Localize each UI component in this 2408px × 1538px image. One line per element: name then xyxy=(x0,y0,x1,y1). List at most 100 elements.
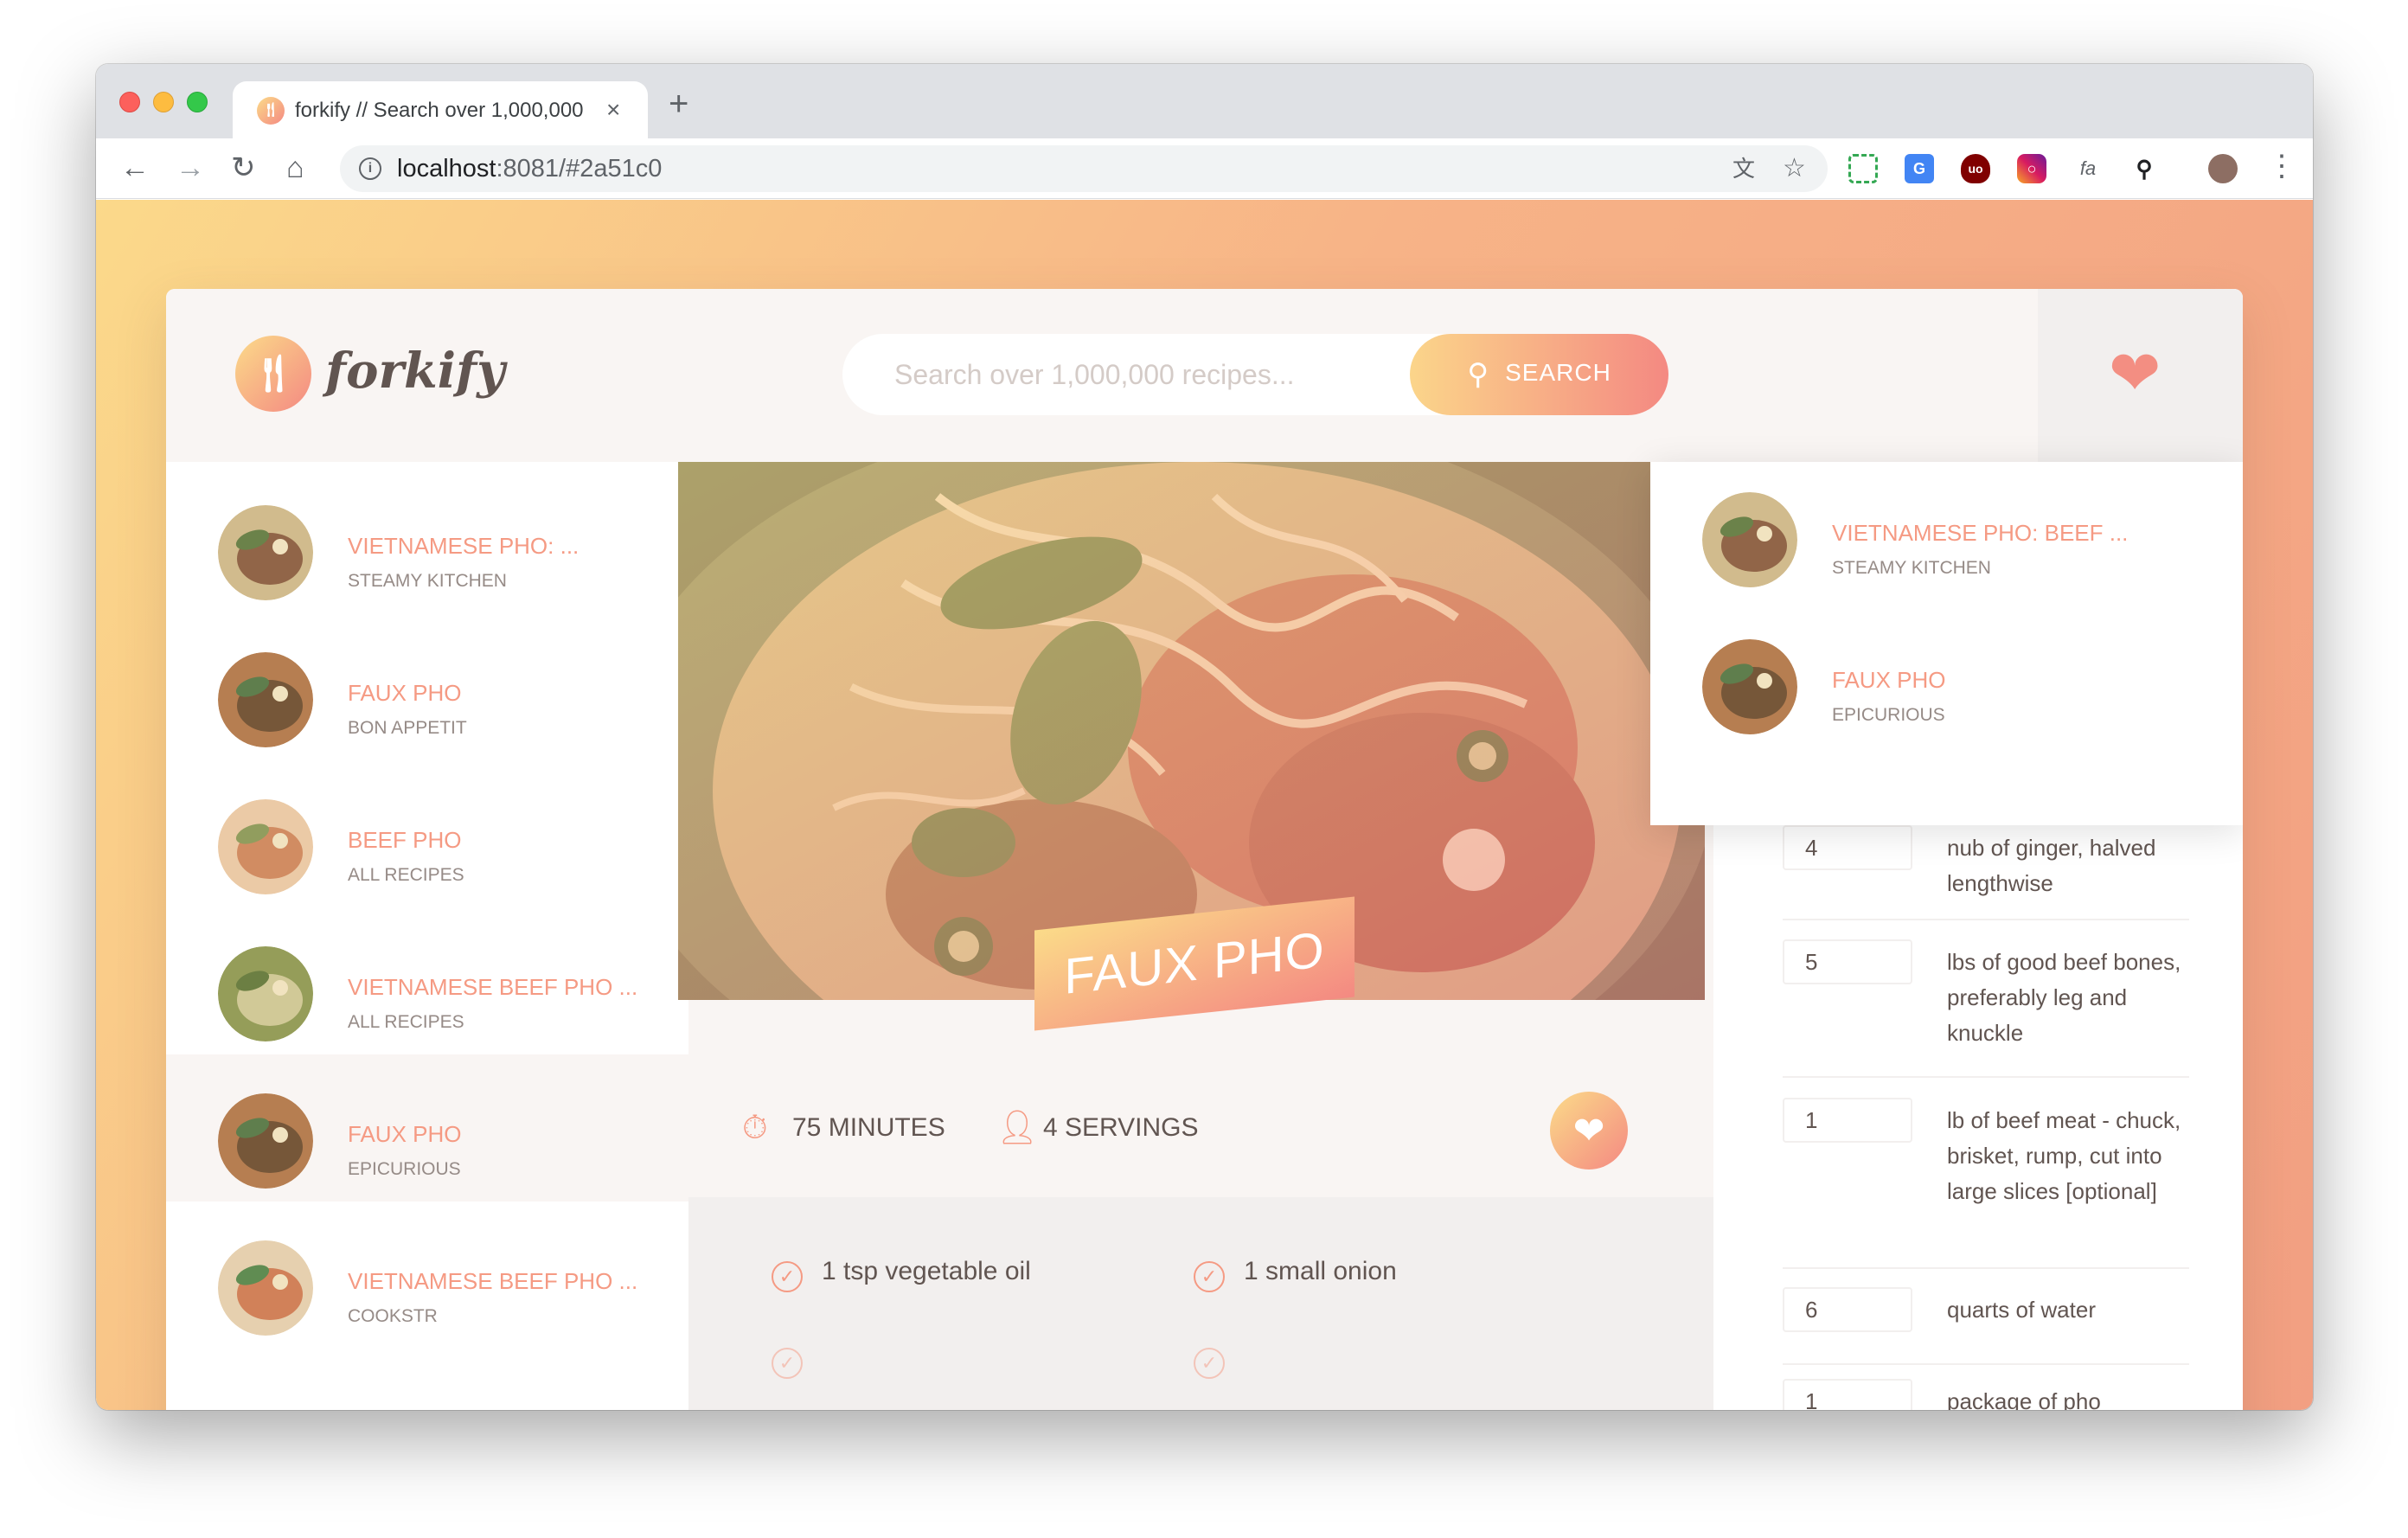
forkify-favicon-icon: 🍴︎ xyxy=(257,97,285,125)
browser-toolbar: ← → ↻ ⌂ i localhost:8081/#2a51c0 文 ☆ G u… xyxy=(96,138,2313,199)
forkify-app: 🍴︎ forkify ⚲ SEARCH ❤ VIETNAMESE PHO: ...… xyxy=(166,289,2243,1410)
result-thumbnail xyxy=(218,946,313,1041)
tab-bar: 🍴︎ forkify // Search over 1,000,000 reci… xyxy=(96,64,2313,138)
ingredient-item-partial: ✓ xyxy=(1194,1343,1244,1379)
result-item[interactable]: FAUX PHO EPICURIOUS xyxy=(166,1054,688,1202)
recipe-time: 75 MINUTES xyxy=(792,1113,945,1142)
liked-recipe-title: FAUX PHO xyxy=(1832,667,1946,693)
search-extension-icon[interactable]: ⚲ xyxy=(2129,154,2159,183)
google-translate-extension-icon[interactable]: G xyxy=(1905,154,1934,183)
result-thumbnail xyxy=(218,1240,313,1336)
check-icon: ✓ xyxy=(1194,1348,1225,1379)
check-icon: ✓ xyxy=(772,1348,803,1379)
liked-recipe-thumbnail xyxy=(1702,639,1797,734)
check-icon: ✓ xyxy=(1194,1261,1225,1292)
bookmark-star-icon[interactable]: ☆ xyxy=(1783,154,1806,183)
recipe-details: ⏱ 75 MINUTES 👤︎ 4 SERVINGS ❤ xyxy=(688,1067,1713,1197)
result-item[interactable]: VIETNAMESE BEEF PHO ... COOKSTR xyxy=(166,1202,688,1349)
profile-avatar[interactable] xyxy=(2208,154,2238,183)
result-item[interactable]: VIETNAMESE BEEF PHO ... ALL RECIPES xyxy=(166,907,688,1054)
likes-panel: VIETNAMESE PHO: BEEF ... STEAMY KITCHEN FA… xyxy=(1650,462,2243,825)
person-icon: 👤︎ xyxy=(996,1110,1039,1146)
logo-text: forkify xyxy=(325,343,505,400)
shopping-item: lbs of good beef bones, preferably leg a… xyxy=(1783,939,2189,1078)
liked-recipe-author: EPICURIOUS xyxy=(1832,705,1945,725)
result-title: BEEF PHO xyxy=(348,827,462,853)
magnifier-icon: ⚲ xyxy=(1467,358,1490,391)
instagram-extension-icon[interactable]: ○ xyxy=(2017,154,2046,183)
close-tab-icon[interactable]: × xyxy=(606,95,620,125)
shopping-item: nub of ginger, halved lengthwise xyxy=(1783,825,2189,920)
result-title: FAUX PHO xyxy=(348,680,462,706)
stopwatch-icon: ⏱ xyxy=(742,1110,768,1146)
result-title: FAUX PHO xyxy=(348,1121,462,1147)
search-input[interactable] xyxy=(842,334,1413,415)
url-text[interactable]: localhost:8081/#2a51c0 xyxy=(397,154,662,183)
result-item[interactable]: VIETNAMESE PHO: ... STEAMY KITCHEN xyxy=(166,466,688,613)
quantity-input[interactable] xyxy=(1783,939,1912,984)
result-thumbnail xyxy=(218,799,313,894)
ingredient-text: 1 tsp vegetable oil xyxy=(822,1257,1031,1285)
result-author: ALL RECIPES xyxy=(348,865,464,885)
site-info-icon[interactable]: i xyxy=(359,157,381,180)
fork-knife-logo-icon: 🍴︎ xyxy=(235,336,311,412)
result-title: VIETNAMESE BEEF PHO ... xyxy=(348,1268,638,1294)
quantity-input[interactable] xyxy=(1783,825,1912,870)
result-author: COOKSTR xyxy=(348,1306,438,1326)
ingredient-item: ✓ 1 small onion xyxy=(1194,1256,1397,1292)
translate-icon[interactable]: 文 xyxy=(1732,154,1755,183)
liked-recipe-author: STEAMY KITCHEN xyxy=(1832,558,1991,578)
quantity-input[interactable] xyxy=(1783,1379,1912,1410)
liked-recipe-item[interactable]: FAUX PHO EPICURIOUS xyxy=(1650,600,2243,747)
result-thumbnail xyxy=(218,505,313,600)
result-item[interactable]: FAUX PHO BON APPETIT xyxy=(166,613,688,760)
heart-icon: ❤ xyxy=(1572,1110,1605,1152)
liked-recipe-item[interactable]: VIETNAMESE PHO: BEEF ... STEAMY KITCHEN xyxy=(1650,453,2243,600)
result-author: ALL RECIPES xyxy=(348,1012,464,1032)
browser-menu-icon[interactable]: ⋮ xyxy=(2267,149,2296,183)
recipe-panel: FAUX PHO ⏱ 75 MINUTES 👤︎ 4 SERVINGS ❤ ✓ 1… xyxy=(678,462,1713,1410)
quantity-input[interactable] xyxy=(1783,1287,1912,1332)
result-author: STEAMY KITCHEN xyxy=(348,571,507,591)
home-icon[interactable]: ⌂ xyxy=(286,151,304,185)
address-bar[interactable]: i localhost:8081/#2a51c0 文 ☆ xyxy=(340,145,1828,192)
fontawesome-extension-icon[interactable]: fa xyxy=(2073,154,2103,183)
maximize-window-button[interactable] xyxy=(187,92,208,112)
forward-arrow-icon[interactable]: → xyxy=(176,151,205,185)
ingredients-list: ✓ 1 tsp vegetable oil ✓ 1 small onion ✓ ✓ xyxy=(688,1197,1713,1410)
shopping-item: lb of beef meat - chuck, brisket, rump, … xyxy=(1783,1098,2189,1269)
search-button-label: SEARCH xyxy=(1505,359,1611,386)
check-icon: ✓ xyxy=(772,1261,803,1292)
ingredient-text: 1 small onion xyxy=(1244,1257,1397,1285)
liked-recipe-thumbnail xyxy=(1702,492,1797,587)
like-recipe-button[interactable]: ❤ xyxy=(1550,1092,1628,1170)
ingredient-item-partial: ✓ xyxy=(772,1343,822,1379)
close-window-button[interactable] xyxy=(119,92,140,112)
new-tab-button[interactable]: + xyxy=(669,87,688,121)
result-author: EPICURIOUS xyxy=(348,1159,461,1179)
page-viewport: 🍴︎ forkify ⚲ SEARCH ❤ VIETNAMESE PHO: ...… xyxy=(96,200,2313,1410)
result-title: VIETNAMESE PHO: ... xyxy=(348,533,580,559)
result-author: BON APPETIT xyxy=(348,718,467,738)
search-button[interactable]: ⚲ SEARCH xyxy=(1410,334,1668,415)
tab-title: forkify // Search over 1,000,000 recipes xyxy=(295,99,589,122)
url-host: localhost xyxy=(397,155,496,183)
result-item[interactable]: BEEF PHO ALL RECIPES xyxy=(166,760,688,907)
results-list: VIETNAMESE PHO: ... STEAMY KITCHEN FAUX PH… xyxy=(166,462,688,1410)
shopping-item-description: lb of beef meat - chuck, brisket, rump, … xyxy=(1947,1107,2181,1204)
minimize-window-button[interactable] xyxy=(153,92,174,112)
liked-recipe-title: VIETNAMESE PHO: BEEF ... xyxy=(1832,520,2129,546)
shopping-item-description: lbs of good beef bones, preferably leg a… xyxy=(1947,949,2181,1046)
ingredient-item: ✓ 1 tsp vegetable oil xyxy=(772,1256,1031,1292)
browser-window: 🍴︎ forkify // Search over 1,000,000 reci… xyxy=(96,64,2313,1410)
shopping-item-description: quarts of water xyxy=(1947,1297,2096,1323)
search-form: ⚲ SEARCH xyxy=(842,334,1668,415)
reload-icon[interactable]: ↻ xyxy=(231,151,256,185)
ublock-extension-icon[interactable]: uo xyxy=(1961,154,1990,183)
heart-icon: ❤ xyxy=(2109,339,2161,408)
likes-toggle[interactable]: ❤ xyxy=(2038,289,2243,462)
browser-tab[interactable]: 🍴︎ forkify // Search over 1,000,000 reci… xyxy=(233,81,648,138)
quantity-input[interactable] xyxy=(1783,1098,1912,1143)
back-arrow-icon[interactable]: ← xyxy=(120,151,150,185)
screenshot-extension-icon[interactable] xyxy=(1848,154,1878,183)
